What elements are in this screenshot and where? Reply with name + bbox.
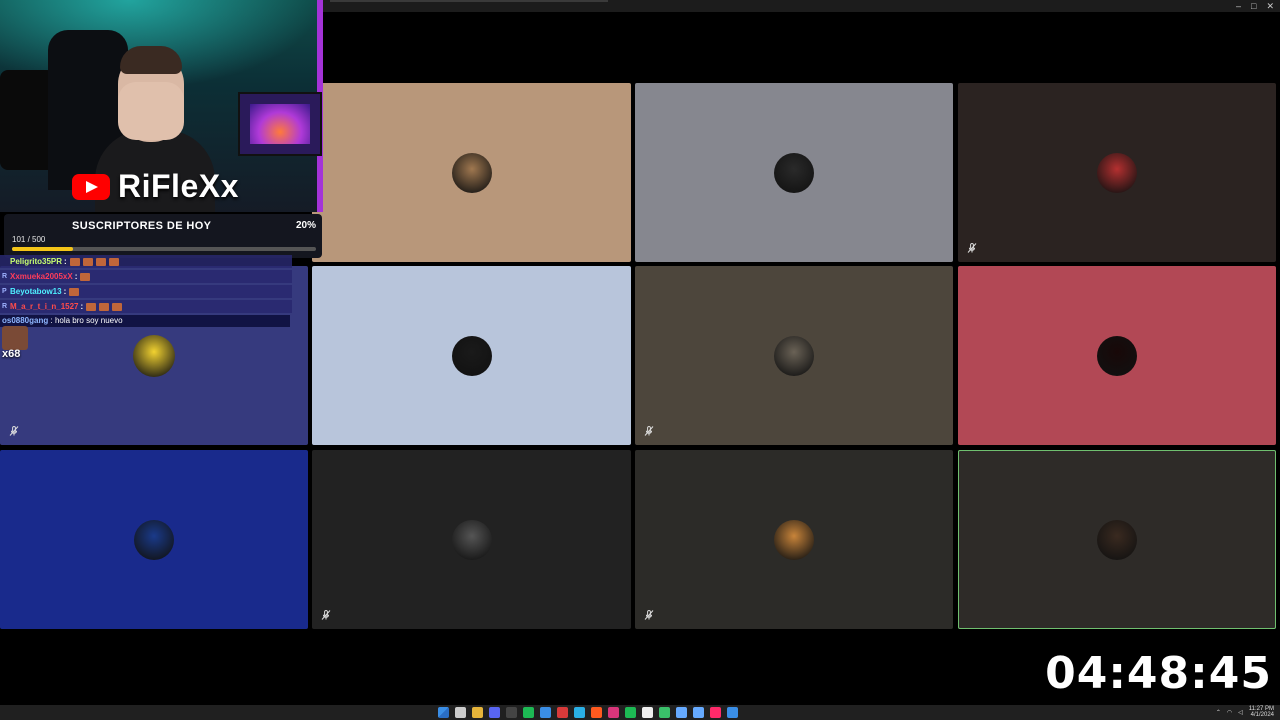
taskbar-app-icon[interactable] — [489, 707, 500, 718]
participant-avatar — [774, 519, 814, 560]
chat-role-badge: P — [2, 288, 7, 295]
participant-avatar — [774, 335, 814, 376]
taskbar-app-icon[interactable] — [557, 707, 568, 718]
stream-timer: 04:48:45 — [1045, 648, 1272, 699]
youtube-icon — [72, 173, 110, 200]
taskbar-app-icon[interactable] — [506, 707, 517, 718]
streamer-webcam: RiFleXx — [0, 0, 323, 212]
window-controls: – □ ✕ — [1236, 0, 1274, 12]
participant-avatar — [451, 519, 492, 560]
chat-username: Peligrito35PR — [10, 257, 63, 266]
participant-tile[interactable] — [958, 450, 1276, 629]
search-icon[interactable] — [455, 707, 466, 718]
goal-title: SUSCRIPTORES DE HOY — [72, 220, 212, 232]
chat-line: Peligrito35PR: — [0, 255, 292, 268]
taskbar-app-icon[interactable] — [472, 707, 483, 718]
participant-avatar — [451, 335, 492, 376]
chat-role-badge: R — [2, 303, 8, 310]
gift-alert: x68 — [2, 326, 30, 360]
background-monitor — [238, 92, 322, 156]
participant-avatar — [1097, 152, 1137, 193]
chevron-up-icon[interactable]: ⌃ — [1216, 709, 1221, 716]
taskbar-apps — [438, 707, 738, 718]
subscriber-goal-widget: SUSCRIPTORES DE HOY 20% 101 / 500 — [4, 214, 322, 258]
participant-avatar — [774, 152, 814, 193]
chat-line: R M_a_r_t_i_n_1527: — [0, 300, 292, 313]
goal-count: 101 / 500 — [12, 235, 46, 244]
participant-avatar — [451, 152, 492, 193]
chat-username: M_a_r_t_i_n_1527 — [10, 302, 79, 311]
muted-mic-icon — [643, 425, 655, 437]
participant-tile[interactable] — [635, 266, 953, 445]
muted-mic-icon — [320, 609, 332, 621]
chat-emote-icon — [99, 302, 110, 311]
muted-mic-icon — [966, 242, 978, 254]
taskbar-app-icon[interactable] — [574, 707, 585, 718]
chat-emote-icon — [80, 272, 91, 281]
taskbar-app-icon[interactable] — [727, 707, 738, 718]
chat-emote-icon — [69, 257, 80, 266]
participant-tile[interactable] — [312, 266, 631, 445]
gift-multiplier: x68 — [2, 348, 21, 360]
participant-tile[interactable] — [0, 450, 308, 629]
channel-brand: RiFleXx — [72, 168, 239, 205]
taskbar: ⌃ ◠ ◁ 11:27 PM 4/1/2024 — [0, 705, 1280, 720]
chat-line: P Beyotabow13: — [0, 285, 292, 298]
participant-tile[interactable] — [635, 83, 953, 262]
tab-strip — [330, 0, 608, 2]
close-icon[interactable]: ✕ — [1266, 0, 1274, 12]
chat-emote-icon — [82, 257, 93, 266]
chat-text: hola bro soy nuevo — [54, 316, 123, 325]
participant-tile[interactable] — [312, 450, 631, 629]
chat-emote-icon — [108, 257, 119, 266]
participant-tile[interactable] — [958, 266, 1276, 445]
chat-role-badge: R — [2, 273, 8, 280]
taskbar-app-icon[interactable] — [676, 707, 687, 718]
participant-avatar — [133, 334, 175, 377]
chat-line: R Xxmueka2005xX: — [0, 270, 292, 283]
windows-start-icon[interactable] — [438, 707, 449, 718]
channel-name: RiFleXx — [118, 168, 239, 204]
goal-progress-fill — [12, 247, 73, 251]
chat-emote-icon — [69, 287, 80, 296]
participant-avatar — [1097, 519, 1137, 560]
minimize-icon[interactable]: – — [1236, 0, 1241, 12]
microphone-arm — [0, 70, 55, 170]
taskbar-app-icon[interactable] — [642, 707, 653, 718]
system-tray: ⌃ ◠ ◁ 11:27 PM 4/1/2024 — [1216, 706, 1274, 718]
taskbar-app-icon[interactable] — [693, 707, 704, 718]
chat-username: os0880gang — [2, 316, 49, 325]
taskbar-app-icon[interactable] — [710, 707, 721, 718]
participant-avatar — [134, 519, 174, 560]
goal-percent: 20% — [295, 220, 316, 231]
gift-avatar — [2, 326, 28, 350]
volume-icon[interactable]: ◁ — [1238, 709, 1243, 716]
taskbar-app-icon[interactable] — [523, 707, 534, 718]
participant-avatar — [1097, 335, 1137, 376]
taskbar-app-icon[interactable] — [540, 707, 551, 718]
chat-emote-icon — [95, 257, 106, 266]
taskbar-clock[interactable]: 11:27 PM 4/1/2024 — [1249, 706, 1274, 718]
taskbar-app-icon[interactable] — [608, 707, 619, 718]
participant-tile[interactable] — [312, 83, 631, 262]
participant-tile[interactable] — [635, 450, 953, 629]
chat-emote-icon — [112, 302, 123, 311]
wifi-icon[interactable]: ◠ — [1227, 709, 1232, 716]
taskbar-app-icon[interactable] — [591, 707, 602, 718]
muted-mic-icon — [643, 609, 655, 621]
chat-overlay: Peligrito35PR: R Xxmueka2005xX: P Beyotabow1… — [0, 255, 300, 327]
maximize-icon[interactable]: □ — [1251, 0, 1256, 12]
chat-username: Beyotabow13 — [10, 287, 62, 296]
taskbar-app-icon[interactable] — [659, 707, 670, 718]
chat-emote-icon — [86, 302, 97, 311]
chat-message: os0880gang : hola bro soy nuevo — [0, 315, 290, 327]
chat-username: Xxmueka2005xX — [10, 272, 73, 281]
taskbar-app-icon[interactable] — [625, 707, 636, 718]
muted-mic-icon — [8, 425, 20, 437]
goal-progress-track — [12, 247, 316, 251]
participant-tile[interactable] — [958, 83, 1276, 262]
